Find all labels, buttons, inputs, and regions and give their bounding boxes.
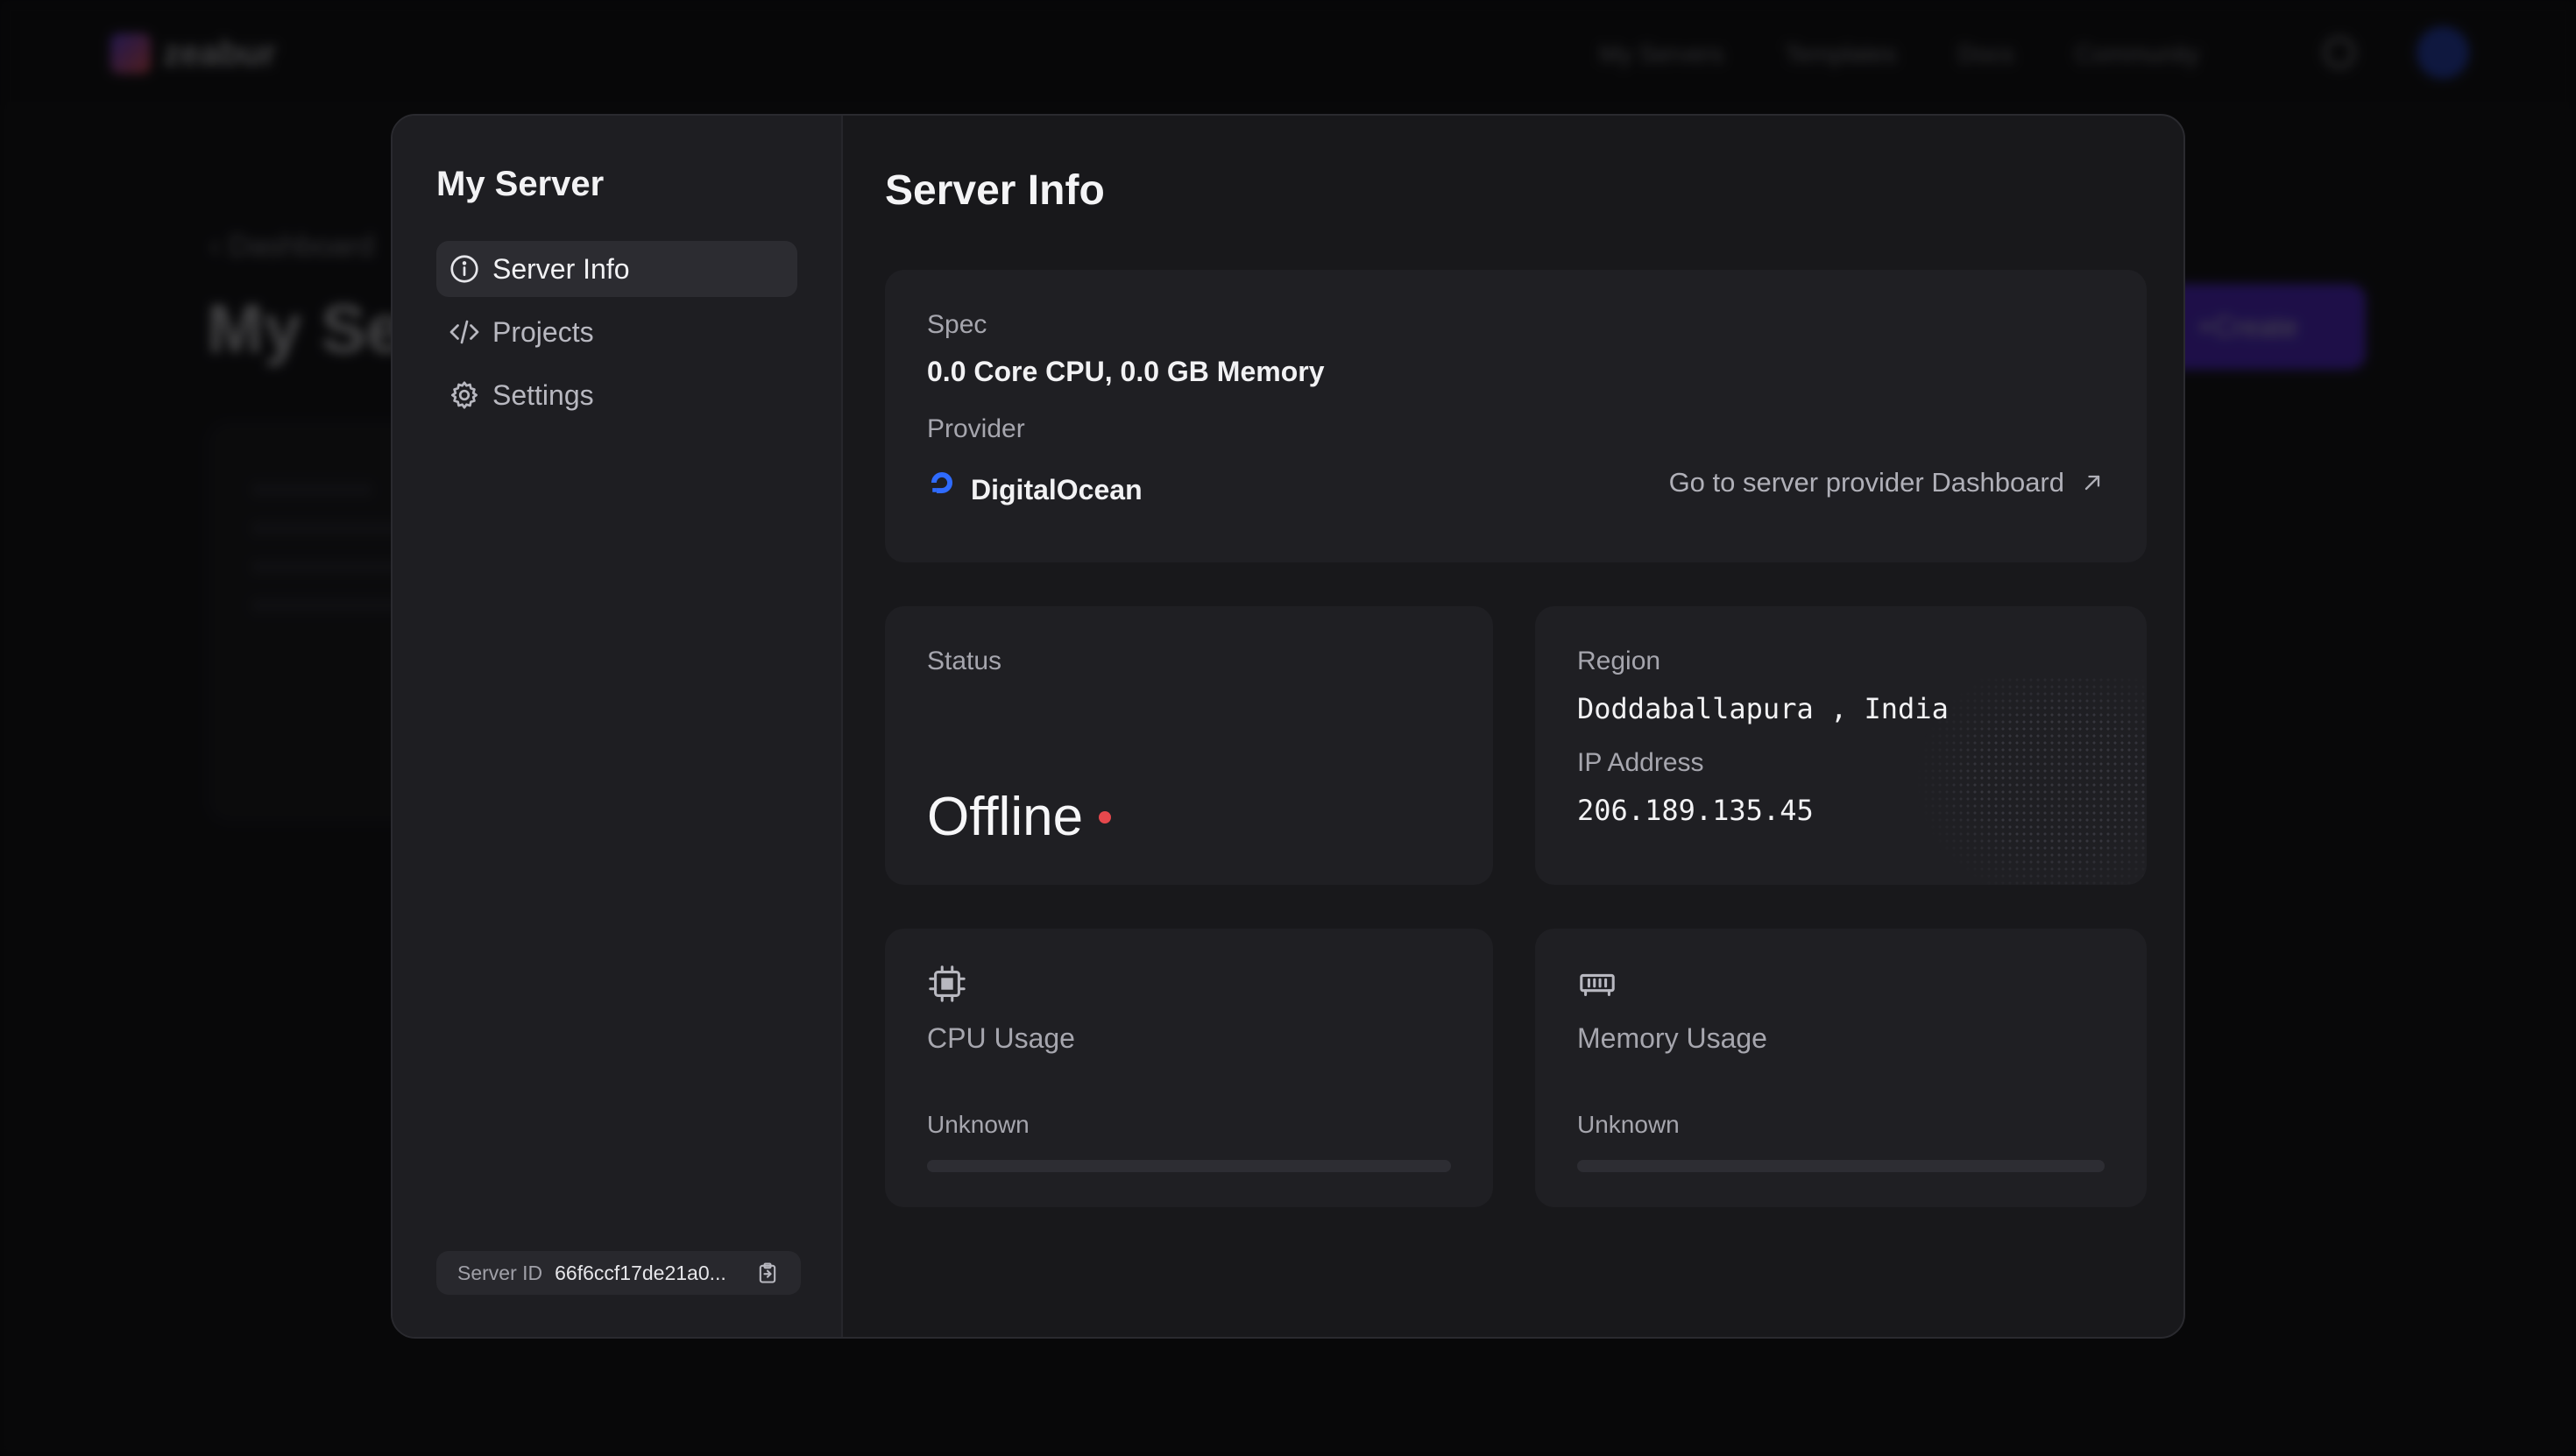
digitalocean-icon bbox=[931, 471, 953, 493]
page-title: Server Info bbox=[885, 167, 1105, 214]
cpu-usage-label: CPU Usage bbox=[927, 1022, 1075, 1054]
memory-usage-bar bbox=[1577, 1160, 2105, 1172]
cpu-icon bbox=[929, 965, 966, 1002]
world-map-dots bbox=[1866, 676, 2147, 885]
status-label: Status bbox=[927, 647, 1002, 675]
memory-icon bbox=[1580, 973, 1615, 996]
sidebar-title: My Server bbox=[436, 165, 605, 203]
cpu-usage-bar bbox=[927, 1160, 1451, 1172]
sidebar-nav: Server Info Projects Settings bbox=[436, 241, 797, 423]
provider-row: DigitalOcean Go to server provider Dashb… bbox=[927, 458, 2105, 506]
status-text: Offline bbox=[927, 787, 1084, 847]
copy-icon[interactable] bbox=[755, 1261, 780, 1285]
server-modal: My Server Server Info Projects Settings … bbox=[391, 114, 2185, 1339]
memory-usage-status: Unknown bbox=[1577, 1111, 1680, 1138]
sidebar-item-server-info[interactable]: Server Info bbox=[436, 241, 797, 297]
status-card: Status Offline bbox=[885, 606, 1493, 885]
memory-usage-card: Memory Usage Unknown bbox=[1535, 929, 2147, 1207]
provider-link-label: Go to server provider Dashboard bbox=[1668, 466, 2064, 498]
server-id-label: Server ID bbox=[457, 1261, 543, 1284]
sidebar-item-label: Server Info bbox=[492, 252, 630, 285]
sidebar-item-settings[interactable]: Settings bbox=[436, 367, 797, 423]
spec-card: Spec 0.0 Core CPU, 0.0 GB Memory Provide… bbox=[885, 270, 2147, 562]
cpu-usage-status: Unknown bbox=[927, 1111, 1030, 1138]
external-link-icon bbox=[2084, 475, 2100, 490]
sidebar-item-label: Settings bbox=[492, 378, 594, 411]
server-id-badge: Server ID 66f6ccf17de21a0... bbox=[436, 1251, 801, 1295]
region-card: Region Doddaballapura , India IP Address… bbox=[1535, 606, 2147, 885]
spec-label: Spec bbox=[927, 310, 987, 339]
code-icon bbox=[449, 320, 479, 344]
status-dot-icon bbox=[1099, 810, 1112, 823]
modal-content: Server Info Spec 0.0 Core CPU, 0.0 GB Me… bbox=[843, 116, 2183, 1337]
region-label: Region bbox=[1577, 647, 1661, 675]
modal-sidebar: My Server Server Info Projects Settings … bbox=[393, 116, 843, 1337]
spec-value: 0.0 Core CPU, 0.0 GB Memory bbox=[927, 356, 1325, 387]
server-id-value: 66f6ccf17de21a0... bbox=[555, 1261, 726, 1284]
info-icon bbox=[450, 255, 478, 283]
provider-dashboard-link[interactable]: Go to server provider Dashboard bbox=[1669, 467, 2105, 498]
provider-info: DigitalOcean bbox=[927, 458, 1143, 506]
memory-usage-label: Memory Usage bbox=[1577, 1022, 1767, 1054]
status-value: Offline bbox=[927, 786, 1112, 848]
sidebar-item-projects[interactable]: Projects bbox=[436, 304, 797, 360]
cpu-usage-card: CPU Usage Unknown bbox=[885, 929, 1493, 1207]
sidebar-item-label: Projects bbox=[492, 315, 594, 348]
provider-label: Provider bbox=[927, 414, 1025, 443]
provider-name: DigitalOcean bbox=[971, 474, 1143, 505]
gear-icon bbox=[451, 381, 478, 409]
